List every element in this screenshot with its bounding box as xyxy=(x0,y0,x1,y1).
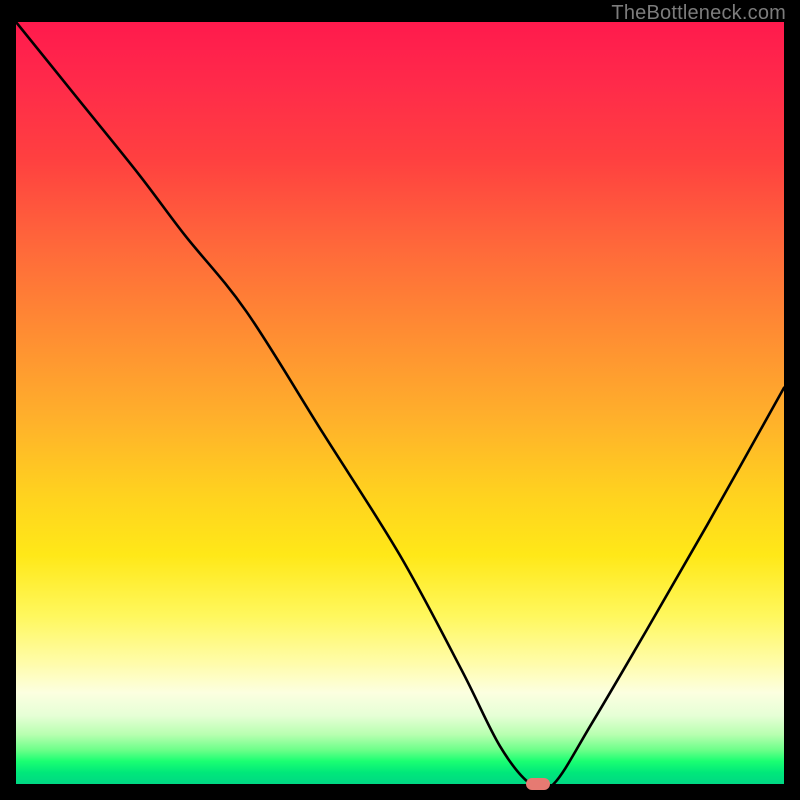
bottleneck-curve xyxy=(16,22,784,784)
plot-area xyxy=(16,22,784,784)
chart-frame: TheBottleneck.com xyxy=(0,0,800,800)
optimal-point-marker xyxy=(526,778,550,790)
